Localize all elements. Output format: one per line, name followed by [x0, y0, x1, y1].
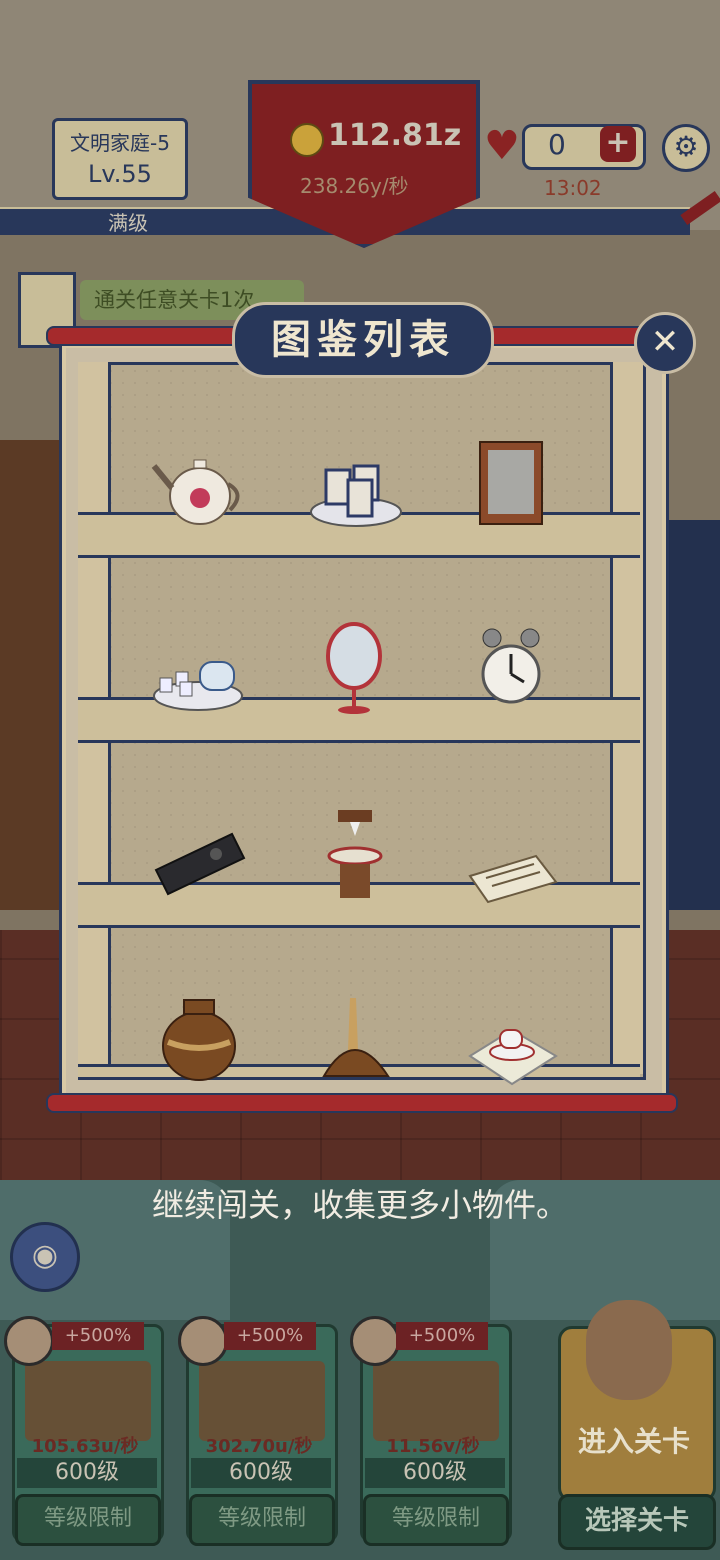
bonus-badge: +500% [52, 1322, 144, 1350]
codex-title: 图鉴列表 [232, 302, 494, 378]
panel-rail-bottom [46, 1093, 678, 1113]
tea-set-icon[interactable] [150, 652, 246, 716]
bonus-badge: +500% [396, 1322, 488, 1350]
level-limit-button[interactable]: 等级限制 [363, 1494, 509, 1546]
background-fridge [660, 520, 720, 910]
alarm-clock-icon[interactable] [478, 624, 544, 714]
level-limit-button[interactable]: 等级限制 [189, 1494, 335, 1546]
family-level-badge[interactable]: 文明家庭-5 Lv.55 [52, 118, 188, 200]
income-rate: 302.70u/秒 [205, 1436, 313, 1457]
newspaper-icon[interactable] [466, 852, 558, 906]
bonus-badge: +500% [224, 1322, 316, 1350]
collection-hint: 继续闯关，收集更多小物件。 [151, 1186, 568, 1224]
heart-timer: 13:02 [544, 176, 602, 200]
card-level: 600级 [191, 1458, 331, 1488]
family-level: Lv.55 [88, 160, 152, 188]
character-avatar [586, 1300, 672, 1400]
avatar [350, 1316, 400, 1366]
card-level: 600级 [17, 1458, 157, 1488]
heart-icon: ♥ [484, 123, 520, 169]
clay-jar-icon[interactable] [158, 994, 240, 1084]
background-cabinet [0, 440, 60, 910]
furniture-image [373, 1361, 499, 1441]
card-level: 600级 [365, 1458, 505, 1488]
max-level-label: 满级 [108, 211, 148, 235]
coin-amount: 112.81z [328, 118, 462, 153]
washbasin-stand-icon[interactable] [326, 806, 384, 904]
tv-remote-icon[interactable] [152, 830, 248, 898]
coin-rate: 238.26y/秒 [300, 174, 409, 198]
camera-icon[interactable]: ◉ [10, 1222, 80, 1292]
level-limit-button[interactable]: 等级限制 [15, 1494, 161, 1546]
hearts-value: 0 [548, 128, 566, 161]
family-name: 文明家庭-5 [70, 131, 170, 155]
gear-icon[interactable]: ⚙ [662, 124, 710, 172]
close-button[interactable]: ✕ [634, 312, 696, 374]
furniture-image [25, 1361, 151, 1441]
photo-frame-icon[interactable] [478, 440, 544, 528]
coin-icon [290, 123, 324, 157]
income-rate: 11.56v/秒 [386, 1436, 480, 1457]
tea-tray-cloth-icon[interactable] [466, 1016, 558, 1088]
avatar [178, 1316, 228, 1366]
add-hearts-button[interactable]: + [600, 126, 636, 162]
avatar [4, 1316, 54, 1366]
feather-duster-icon[interactable] [320, 994, 392, 1084]
furniture-image [199, 1361, 325, 1441]
teapot-icon[interactable] [150, 448, 250, 528]
enter-level-label[interactable]: 进入关卡 [558, 1420, 710, 1460]
vanity-mirror-icon[interactable] [324, 622, 384, 716]
income-rate: 105.63u/秒 [31, 1436, 139, 1457]
select-level-button[interactable]: 选择关卡 [558, 1494, 716, 1550]
fortune-cups-icon[interactable] [308, 462, 404, 532]
